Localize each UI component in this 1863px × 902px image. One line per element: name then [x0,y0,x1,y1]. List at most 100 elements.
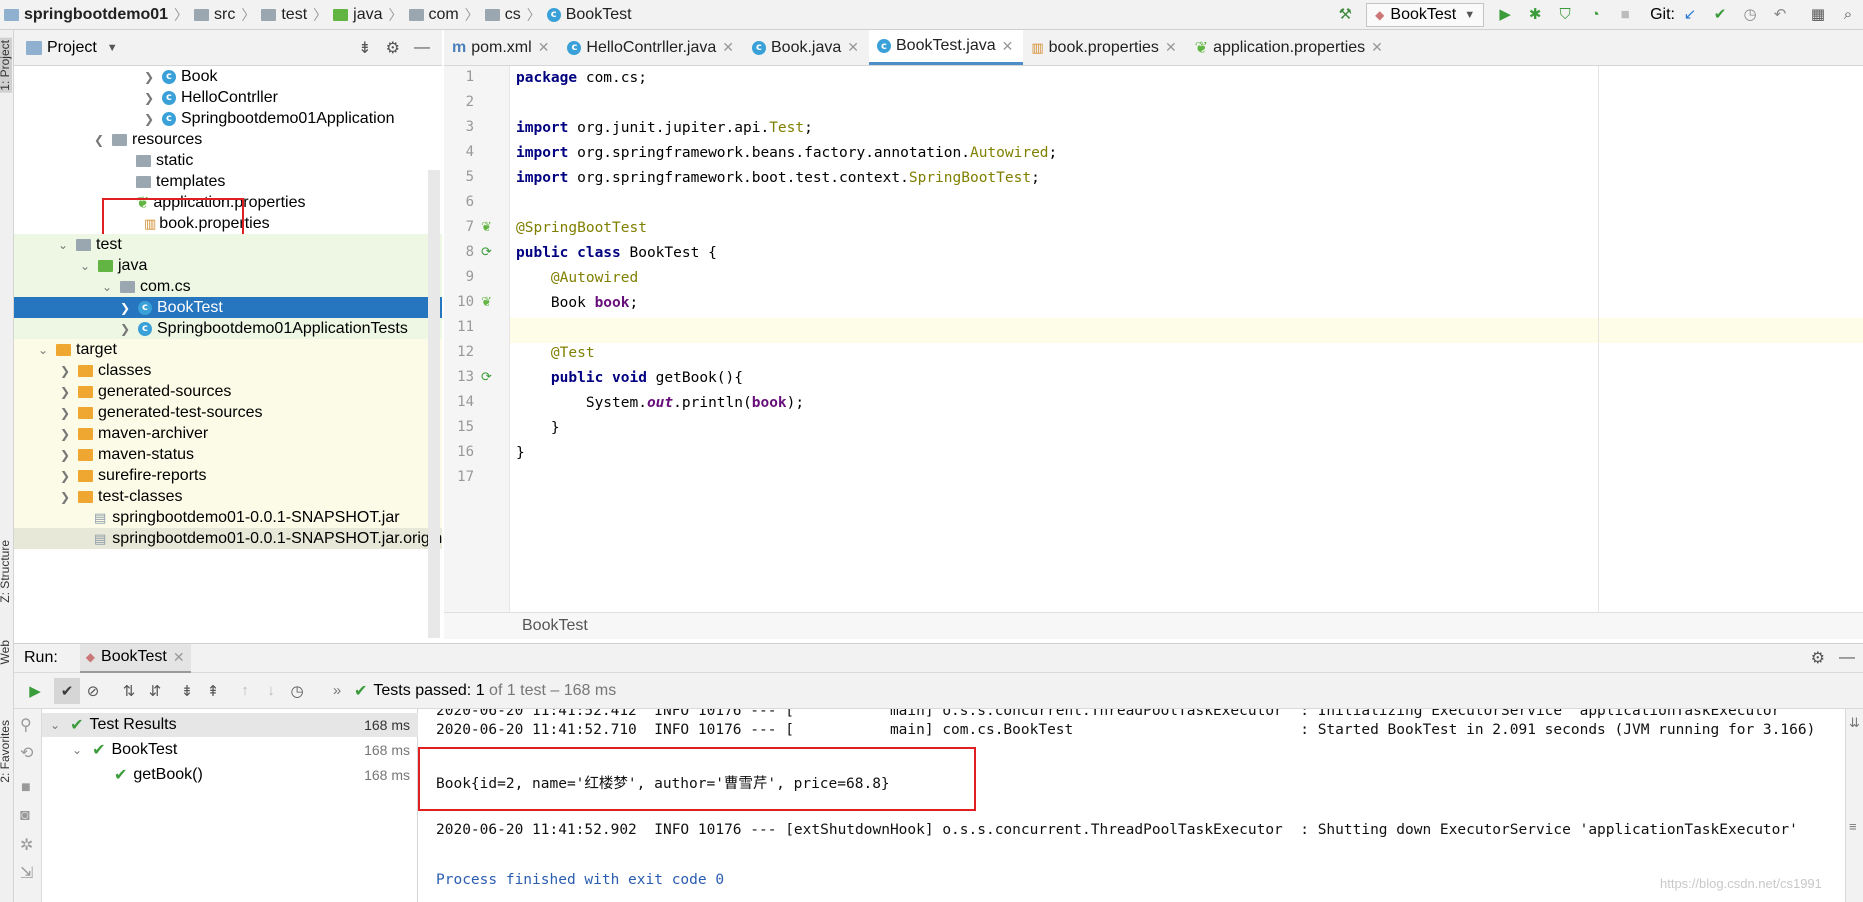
build-hammer-icon[interactable]: ⚒ [1336,6,1354,24]
tree-item-static[interactable]: static [14,150,442,171]
previous-failed-icon[interactable]: ↑ [232,678,258,704]
spring-autowired-icon[interactable]: ❦ [481,294,492,310]
tree-item-surefire-reports[interactable]: ❯ surefire-reports [14,465,442,486]
test-history-icon[interactable]: ◷ [284,678,310,704]
run-with-coverage-icon[interactable]: ⛉ [1556,6,1574,24]
tool-tab-web[interactable]: Web [0,640,12,664]
tree-item-com-cs[interactable]: ⌄ com.cs [14,276,442,297]
tree-item-resources[interactable]: ❮ resources [14,129,442,150]
minimize-icon[interactable]: — [414,39,430,57]
tree-item-springbootdemo01application[interactable]: ❯ c Springbootdemo01Application [14,108,442,129]
close-icon[interactable]: ✕ [173,649,185,666]
gear-icon[interactable]: ⚙ [1811,648,1825,668]
tree-item-book[interactable]: ❯ c Book [14,66,442,87]
tree-item-maven-archiver[interactable]: ❯ maven-archiver [14,423,442,444]
tab-application-properties[interactable]: ❦ application.properties ✕ [1187,30,1393,65]
run-tab-booktest[interactable]: ◆ BookTest ✕ [79,643,191,673]
chevron-down-icon: ⌄ [57,237,69,252]
breadcrumb-com[interactable]: com [405,6,463,24]
tree-item-maven-status[interactable]: ❯ maven-status [14,444,442,465]
close-icon[interactable]: ✕ [847,39,859,56]
sort-alphabetically-icon[interactable]: ⇅ [116,678,142,704]
camera-icon[interactable]: ◙ [20,807,30,825]
expand-all-icon[interactable]: ⇟ [174,678,200,704]
close-icon[interactable]: ✕ [1371,39,1383,56]
console-output[interactable]: 2020-06-20 11:41:52.412 INFO 10176 --- [… [418,709,1845,902]
tree-item-snapshot-jar-original[interactable]: ▤ springbootdemo01-0.0.1-SNAPSHOT.jar.ori… [14,528,442,549]
tree-item-generated-test-sources[interactable]: ❯ generated-test-sources [14,402,442,423]
project-structure-icon[interactable]: ▦ [1809,6,1827,24]
tab-book-java[interactable]: c Book.java ✕ [744,30,869,65]
export-icon[interactable]: ⇲ [20,863,33,883]
code-breadcrumb[interactable]: BookTest [444,612,1863,639]
show-ignored-icon[interactable]: ⊘ [80,678,106,704]
tool-tab-structure[interactable]: Z: Structure [0,540,12,603]
minimize-icon[interactable]: — [1839,649,1855,667]
show-passed-icon[interactable]: ✔ [54,677,80,704]
collapse-all-icon[interactable]: ⇟ [358,38,371,58]
tab-book-properties[interactable]: ▥ book.properties ✕ [1023,30,1186,65]
check-icon: ✔ [70,717,84,734]
git-history-icon[interactable]: ◷ [1741,6,1759,24]
run-test-icon[interactable]: ⟳ [481,244,492,260]
collapse-all-icon[interactable]: ⇞ [200,678,226,704]
search-icon[interactable]: ⌕ [1839,6,1857,24]
tree-item-snapshot-jar[interactable]: ▤ springbootdemo01-0.0.1-SNAPSHOT.jar [14,507,442,528]
close-icon[interactable]: ✕ [538,39,550,56]
gear-icon[interactable]: ⚙ [386,38,400,58]
project-scrollbar[interactable] [428,170,440,638]
breadcrumb-booktest[interactable]: c BookTest [543,6,636,24]
test-node-results[interactable]: ⌄ ✔ Test Results 168 ms [42,713,418,737]
scroll-to-end-icon[interactable]: ⇊ [1849,715,1860,731]
code-editor[interactable]: package com.cs; import org.junit.jupiter… [510,66,1863,612]
tab-pom-xml[interactable]: m pom.xml ✕ [444,30,559,65]
spring-bean-icon[interactable]: ❦ [481,219,492,235]
console-line: 2020-06-20 11:41:52.710 INFO 10176 --- [… [436,722,1816,738]
run-icon[interactable]: ▶ [1496,6,1514,24]
tab-hellocontrller-java[interactable]: c HelloContrller.java ✕ [559,30,744,65]
test-node-booktest[interactable]: ⌄ ✔ BookTest 168 ms [42,738,418,762]
close-icon[interactable]: ✕ [722,39,734,56]
code-line: public class BookTest { [516,245,717,261]
tree-item-springbootdemo01applicationtests[interactable]: ❯ c Springbootdemo01ApplicationTests [14,318,442,339]
close-icon[interactable]: ✕ [1165,39,1177,56]
close-icon[interactable]: ✕ [1002,38,1014,55]
tab-booktest-java[interactable]: c BookTest.java ✕ [869,30,1024,65]
tree-item-java[interactable]: ⌄ java [14,255,442,276]
breadcrumb-java[interactable]: java [329,6,386,24]
tree-item-generated-sources[interactable]: ❯ generated-sources [14,381,442,402]
sort-by-duration-icon[interactable]: ⇵ [142,678,168,704]
stop-icon[interactable]: ■ [21,779,31,797]
debug-icon[interactable]: ✱ [1526,6,1544,24]
chevron-down-icon[interactable]: ▼ [107,42,118,54]
settings-icon[interactable]: ✲ [20,835,33,855]
breadcrumb-src[interactable]: src [190,6,239,24]
next-failed-icon[interactable]: ↓ [258,678,284,704]
tree-item-booktest[interactable]: ❯ c BookTest [14,297,442,318]
tree-item-classes[interactable]: ❯ classes [14,360,442,381]
run-test-icon[interactable]: ⟳ [481,369,492,385]
stop-icon[interactable]: ■ [1616,6,1634,24]
tree-item-hellocontrller[interactable]: ❯ c HelloContrller [14,87,442,108]
test-node-getbook[interactable]: ✔ getBook() 168 ms [42,763,418,787]
tree-item-test[interactable]: ⌄ test [14,234,442,255]
tree-item-target[interactable]: ⌄ target [14,339,442,360]
breadcrumb-project[interactable]: springbootdemo01 [0,6,172,24]
git-rollback-icon[interactable]: ↶ [1771,6,1789,24]
tree-item-test-classes[interactable]: ❯ test-classes [14,486,442,507]
profile-icon[interactable]: ◔ [1586,6,1604,24]
rerun-icon[interactable]: ▶ [22,678,48,704]
git-update-icon[interactable]: ↙ [1681,6,1699,24]
pin-icon[interactable]: ⚲ [20,715,32,735]
tool-tab-favorites[interactable]: 2: Favorites [0,720,12,783]
breadcrumb-test[interactable]: test [257,6,311,24]
git-commit-icon[interactable]: ✔ [1711,6,1729,24]
tool-tab-project[interactable]: 1: Project [0,38,12,93]
run-configuration-select[interactable]: ◆ BookTest ▼ [1366,2,1485,27]
breadcrumb-cs[interactable]: cs [481,6,525,24]
soft-wrap-icon[interactable]: ≡ [1849,819,1857,834]
chevron-right-icon[interactable]: » [324,678,350,704]
tree-item-templates[interactable]: templates [14,171,442,192]
project-panel-title[interactable]: Project [47,39,97,57]
restore-layout-icon[interactable]: ⟲ [20,743,33,763]
